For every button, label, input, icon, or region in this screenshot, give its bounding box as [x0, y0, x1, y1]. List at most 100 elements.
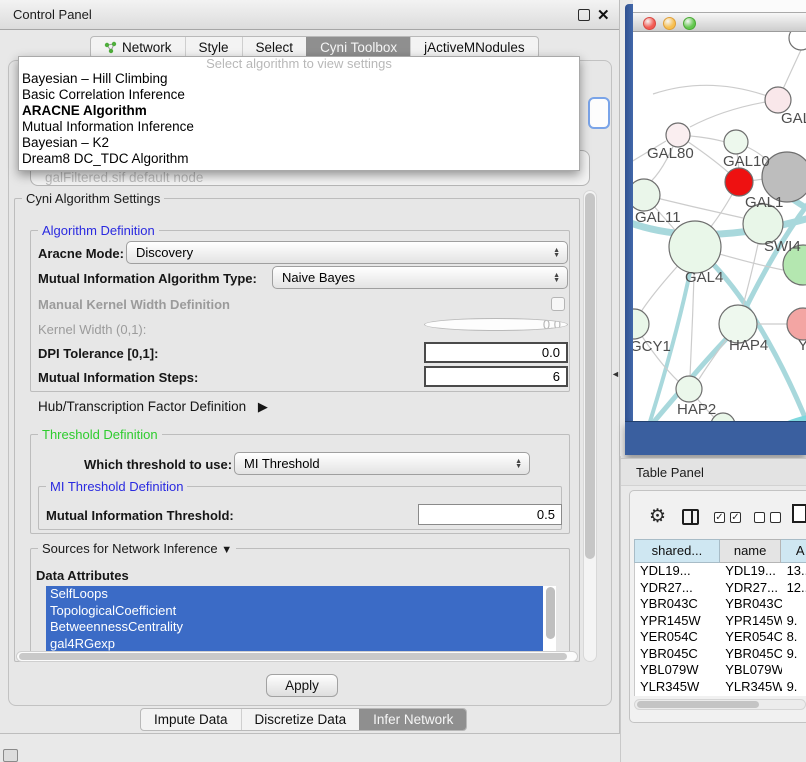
network-edge-highlighted[interactable]: [751, 418, 806, 421]
data-attribute-item[interactable]: TopologicalCoefficient: [46, 603, 543, 620]
tab-network[interactable]: Network: [91, 37, 185, 58]
algorithm-option[interactable]: Bayesian – Hill Climbing: [19, 71, 579, 87]
vertical-scroll-thumb[interactable]: [585, 193, 595, 559]
data-attribute-item[interactable]: BetweennessCentrality: [46, 619, 543, 636]
checked-checkbox-icon[interactable]: ✓: [714, 512, 725, 523]
mi-threshold-input[interactable]: [418, 504, 562, 525]
table-cell[interactable]: YBR043C: [635, 596, 720, 613]
settings-vertical-scrollbar[interactable]: [583, 190, 597, 662]
algorithm-option[interactable]: Bayesian – K2: [19, 135, 579, 151]
file-icon[interactable]: [792, 504, 806, 523]
manual-kernel-width-checkbox[interactable]: [551, 297, 565, 311]
sources-group-title[interactable]: Sources for Network Inference ▼: [38, 541, 236, 556]
expand-right-icon[interactable]: ▶: [258, 399, 268, 415]
network-view-canvas[interactable]: GALGAL80GAL10GAL1GAL11SWI4GAL4GCY1HAP4YH…: [633, 32, 806, 421]
column-header-name[interactable]: name: [720, 539, 782, 563]
table-cell[interactable]: YER054C: [720, 629, 781, 646]
table-cell[interactable]: YPR145W: [635, 613, 720, 630]
tab-select[interactable]: Select: [242, 37, 307, 58]
network-node-hap2[interactable]: [676, 376, 702, 402]
column-header-a[interactable]: A: [781, 539, 806, 563]
kernel-width-input[interactable]: [424, 318, 568, 331]
table-cell[interactable]: 9.: [782, 679, 806, 696]
table-cell[interactable]: YBL079W: [720, 662, 781, 679]
table-row[interactable]: YBL079WYBL079W: [635, 662, 806, 679]
table-cell[interactable]: YLR345W: [635, 679, 720, 696]
table-horizontal-scrollbar[interactable]: [634, 699, 806, 710]
network-node-gal1[interactable]: [725, 168, 753, 196]
algorithm-option[interactable]: Mutual Information Inference: [19, 119, 579, 135]
checked-checkbox-icon[interactable]: ✓: [730, 512, 741, 523]
column-header-shared[interactable]: shared...: [634, 539, 720, 563]
table-cell[interactable]: 8.: [782, 629, 806, 646]
table-cell[interactable]: YIL052C: [635, 695, 720, 696]
which-threshold-select[interactable]: MI Threshold ▲▼: [234, 452, 530, 475]
table-cell[interactable]: YDL19...: [720, 563, 781, 580]
table-cell[interactable]: [782, 662, 806, 679]
mi-algorithm-type-select[interactable]: Naive Bayes ▲▼: [272, 266, 568, 289]
network-edge[interactable]: [653, 85, 778, 100]
table-cell[interactable]: 9.: [782, 695, 806, 696]
algorithm-option[interactable]: Basic Correlation Inference: [19, 87, 579, 103]
tab-jactivemnodules[interactable]: jActiveMNodules: [410, 37, 538, 58]
attributes-vertical-scrollbar[interactable]: [546, 587, 555, 639]
table-cell[interactable]: YDR27...: [635, 580, 720, 597]
table-cell[interactable]: YPR145W: [720, 613, 781, 630]
network-node-gal11[interactable]: [633, 179, 660, 211]
columns-icon[interactable]: [682, 509, 699, 525]
table-cell[interactable]: [782, 596, 806, 613]
algorithm-option[interactable]: Dream8 DC_TDC Algorithm: [19, 151, 579, 167]
mi-steps-input[interactable]: [424, 366, 568, 387]
table-row[interactable]: YIL052CYIL052C9.: [635, 695, 806, 696]
network-edge[interactable]: [690, 100, 778, 127]
table-cell[interactable]: YLR345W: [720, 679, 781, 696]
table-cell[interactable]: 9.: [782, 613, 806, 630]
table-cell[interactable]: YER054C: [635, 629, 720, 646]
table-cell[interactable]: 13...: [782, 563, 806, 580]
gear-icon[interactable]: ⚙: [649, 505, 666, 528]
tab-cyni-toolbox[interactable]: Cyni Toolbox: [306, 37, 410, 58]
data-attributes-list[interactable]: SelfLoopsTopologicalCoefficientBetweenne…: [46, 586, 556, 652]
settings-horizontal-scrollbar[interactable]: [16, 651, 578, 662]
table-row[interactable]: YDR27...YDR27...12...: [635, 580, 806, 597]
panel-divider[interactable]: [620, 456, 621, 762]
data-attribute-item[interactable]: SelfLoops: [46, 586, 543, 603]
network-node-gcy1[interactable]: [633, 309, 649, 339]
table-cell[interactable]: YBR045C: [635, 646, 720, 663]
aracne-mode-select[interactable]: Discovery ▲▼: [126, 241, 568, 264]
network-node-gal4[interactable]: [669, 221, 721, 273]
apply-button[interactable]: Apply: [266, 674, 338, 697]
table-cell[interactable]: 12...: [782, 580, 806, 597]
table-row[interactable]: YDL19...YDL19...13...: [635, 563, 806, 580]
table-cell[interactable]: YDL19...: [635, 563, 720, 580]
close-panel-button[interactable]: ✕: [597, 6, 610, 24]
float-window-button[interactable]: [578, 9, 590, 21]
close-light[interactable]: [643, 17, 656, 30]
unchecked-checkbox-icon[interactable]: [770, 512, 781, 523]
table-cell[interactable]: YDR27...: [720, 580, 781, 597]
hub-definition-expander[interactable]: Hub/Transcription Factor Definition ▶: [38, 399, 268, 415]
horizontal-scroll-thumb[interactable]: [19, 653, 567, 660]
table-row[interactable]: YBR045CYBR045C9.: [635, 646, 806, 663]
bottom-tab-impute-data[interactable]: Impute Data: [141, 709, 241, 730]
network-node-gal10[interactable]: [724, 130, 748, 154]
table-cell[interactable]: YBL079W: [635, 662, 720, 679]
bottom-tab-discretize-data[interactable]: Discretize Data: [241, 709, 360, 730]
table-cell[interactable]: YIL052C: [720, 695, 781, 696]
unchecked-checkbox-icon[interactable]: [754, 512, 765, 523]
table-cell[interactable]: YBR045C: [720, 646, 781, 663]
minimized-panel-icon[interactable]: [3, 749, 18, 762]
network-window-titlebar[interactable]: [633, 12, 806, 32]
dpi-tolerance-input[interactable]: [424, 342, 568, 363]
collapse-down-icon[interactable]: ▼: [221, 544, 232, 556]
table-cell[interactable]: 9.: [782, 646, 806, 663]
zoom-light[interactable]: [683, 17, 696, 30]
table-row[interactable]: YER054CYER054C8.: [635, 629, 806, 646]
network-node-y[interactable]: [787, 308, 806, 340]
table-row[interactable]: YLR345WYLR345W9.: [635, 679, 806, 696]
minimize-light[interactable]: [663, 17, 676, 30]
data-attribute-item[interactable]: gal4RGexp: [46, 636, 543, 653]
table-cell[interactable]: YBR043C: [720, 596, 781, 613]
table-row[interactable]: YBR043CYBR043C: [635, 596, 806, 613]
table-row[interactable]: YPR145WYPR145W9.: [635, 613, 806, 630]
